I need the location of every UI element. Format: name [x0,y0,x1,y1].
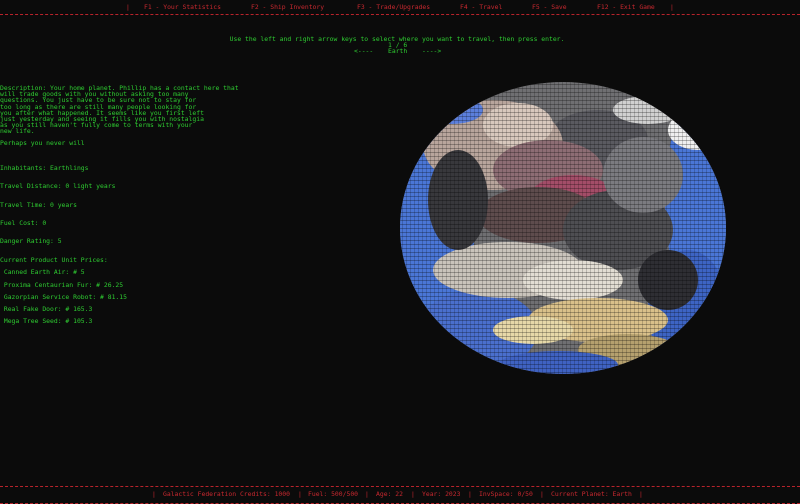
product-price-item: Gazorpian Service Robot: # 81.15 [0,293,127,301]
selected-planet-name: Earth [388,47,408,55]
travel-distance: Travel Distance: 0 light years [0,182,116,190]
planet-inhabitants: Inhabitants: Earthlings [0,164,89,172]
status-separator: | [639,490,643,498]
product-price-item: Proxima Centaurian Fur: # 26.25 [0,281,124,289]
menu-item-trade-upgrades[interactable]: F3 - Trade/Upgrades [357,4,430,11]
product-price-item: Canned Earth Air: # 5 [0,268,85,276]
menu-item-travel[interactable]: F4 - Travel [460,4,502,11]
status-separator: | [411,490,415,498]
menu-item-ship-inventory[interactable]: F2 - Ship Inventory [251,4,324,11]
product-price-item: Real Fake Door: # 165.3 [0,305,93,313]
planet-tagline: Perhaps you never will [0,139,85,147]
fuel-cost: Fuel Cost: 0 [0,219,47,227]
planet-earth-image [398,80,728,376]
status-age: Age: 22 [376,490,403,498]
menu-separator: | [126,3,130,11]
status-separator: | [468,490,472,498]
status-separator: | [298,490,302,498]
status-fuel: Fuel: 500/500 [308,490,359,498]
danger-rating: Danger Rating: 5 [0,237,62,245]
earth-globe-icon [400,82,726,374]
top-menu-bar: | F1 - Your Statistics F2 - Ship Invento… [0,0,800,15]
status-invspace: InvSpace: 0/50 [479,490,533,498]
status-bar: | Galactic Federation Credits: 1000 | Fu… [0,486,800,504]
planet-description: Description: Your home planet. Phillip h… [0,84,239,136]
previous-planet-arrow[interactable]: <---- [354,48,373,55]
status-current-planet: Current Planet: Earth [551,490,632,498]
status-separator: | [365,490,369,498]
status-separator: | [540,490,544,498]
menu-item-save[interactable]: F5 - Save [532,4,567,11]
product-price-item: Mega Tree Seed: # 105.3 [0,317,93,325]
menu-separator: | [670,3,674,11]
next-planet-arrow[interactable]: ----> [422,48,441,55]
menu-item-exit-game[interactable]: F12 - Exit Game [597,4,655,11]
travel-time: Travel Time: 0 years [0,201,77,209]
status-credits: Galactic Federation Credits: 1000 [163,490,290,498]
status-year: Year: 2023 [422,490,461,498]
menu-item-statistics[interactable]: F1 - Your Statistics [144,4,221,11]
status-separator: | [152,490,156,498]
product-prices-header: Current Product Unit Prices: [0,256,108,264]
